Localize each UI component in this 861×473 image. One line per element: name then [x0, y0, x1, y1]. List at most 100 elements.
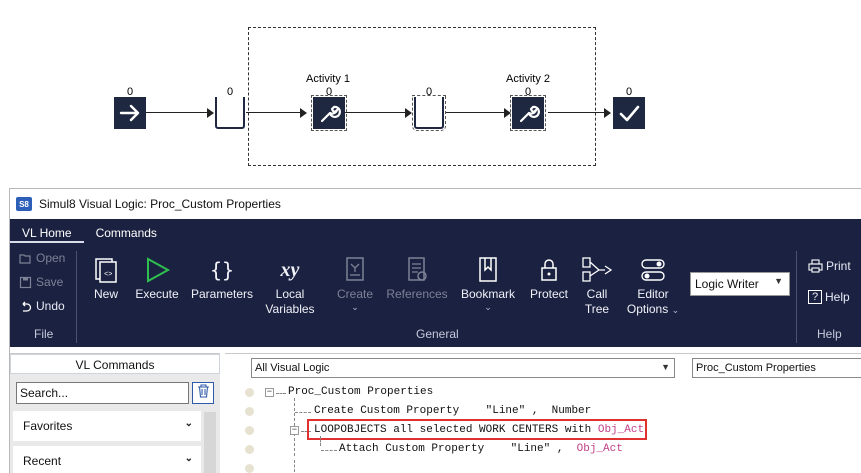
- arrowhead: [504, 108, 511, 118]
- connector: [246, 112, 302, 113]
- category-recent[interactable]: Recent ⌄: [13, 446, 201, 473]
- chevron-down-icon: ⌄: [484, 302, 492, 312]
- general-group-label: General: [416, 327, 459, 341]
- help-button[interactable]: ? Help: [808, 290, 850, 304]
- new-icon: <>: [88, 253, 124, 287]
- create-label: Create: [336, 287, 374, 301]
- window-title: Simul8 Visual Logic: Proc_Custom Propert…: [39, 197, 281, 211]
- new-label: New: [93, 287, 118, 301]
- arrowhead: [207, 108, 214, 118]
- scope-select[interactable]: All Visual Logic ▼: [251, 358, 675, 378]
- tree-connector: [295, 412, 311, 413]
- screen: 0 0 0 0 0 0 Activity 1 Activity 2 S8 Sim…: [0, 0, 861, 473]
- collapse-icon[interactable]: −: [265, 388, 274, 397]
- code-token: Proc_Custom Properties: [288, 386, 434, 398]
- references-label: References: [386, 287, 448, 301]
- arrowhead: [300, 108, 307, 118]
- vl-commands-title: VL Commands: [10, 354, 220, 374]
- editor-options-label-1: Editor: [637, 287, 669, 301]
- section-select[interactable]: Proc_Custom Properties: [692, 358, 861, 378]
- execute-button[interactable]: Execute: [132, 253, 182, 302]
- print-button[interactable]: Print: [808, 259, 851, 273]
- lock-icon: [526, 253, 572, 287]
- connector: [548, 112, 606, 113]
- help-icon: ?: [808, 290, 822, 304]
- search-input[interactable]: Search...: [16, 382, 189, 404]
- tab-vl-home[interactable]: VL Home: [10, 219, 84, 243]
- print-label: Print: [826, 259, 851, 273]
- exit-check-icon[interactable]: [613, 97, 645, 129]
- app-logo-icon: S8: [16, 197, 32, 211]
- undo-icon: [18, 299, 32, 313]
- references-button[interactable]: References: [384, 253, 450, 302]
- references-icon: [384, 253, 450, 287]
- call-tree-button[interactable]: Call Tree: [580, 253, 614, 317]
- bookmark-button[interactable]: Bookmark ⌄: [458, 253, 518, 313]
- svg-text:<>: <>: [104, 271, 112, 279]
- save-label: Save: [36, 275, 64, 289]
- create-icon: [332, 253, 378, 287]
- protect-label: Protect: [529, 287, 568, 301]
- entry-arrow-icon[interactable]: [114, 97, 146, 129]
- code-line[interactable]: [225, 460, 861, 473]
- create-button[interactable]: Create ⌄: [332, 253, 378, 313]
- code-text: Create Custom Property "Line" , Number: [314, 405, 591, 417]
- queue-icon[interactable]: [215, 97, 245, 129]
- wrench-icon[interactable]: [311, 95, 347, 131]
- tab-commands[interactable]: Commands: [84, 219, 169, 243]
- call-tree-icon: [580, 253, 614, 287]
- new-button[interactable]: <> New: [88, 253, 124, 302]
- print-icon: [808, 259, 823, 273]
- breakpoint-marker[interactable]: [245, 464, 254, 473]
- undo-button[interactable]: Undo: [18, 299, 65, 313]
- vl-commands-pane: VL Commands Search... Favorites ⌄ Recent…: [10, 353, 220, 473]
- visual-logic-window: S8 Simul8 Visual Logic: Proc_Custom Prop…: [9, 188, 861, 473]
- tree-connector: [294, 460, 295, 472]
- open-label: Open: [36, 251, 66, 265]
- parameters-button[interactable]: {} Parameters: [190, 253, 254, 302]
- call-tree-label-2: Tree: [584, 302, 610, 316]
- breakpoint-marker[interactable]: [245, 388, 254, 397]
- editor-options-label-2-text: Options: [626, 302, 669, 316]
- save-button[interactable]: Save: [18, 275, 63, 289]
- process-diagram: 0 0 0 0 0 0 Activity 1 Activity 2: [0, 0, 861, 180]
- double-chevron-down-icon: ⌄: [184, 418, 193, 429]
- editor-options-button[interactable]: Editor Options ⌄: [622, 253, 684, 318]
- open-button[interactable]: Open: [18, 251, 65, 265]
- category-favorites[interactable]: Favorites ⌄: [13, 411, 201, 441]
- code-text: Attach Custom Property "Line" , Obj_Act: [339, 443, 623, 455]
- bookmark-label: Bookmark: [460, 287, 516, 301]
- local-variables-label-2: Variables: [265, 302, 315, 316]
- section-value: Proc_Custom Properties: [696, 362, 816, 374]
- protect-button[interactable]: Protect: [526, 253, 572, 302]
- group-separator: [76, 251, 77, 343]
- code-variable: Obj_Act: [576, 443, 623, 455]
- connector: [145, 112, 209, 113]
- file-group-label: File: [34, 327, 54, 341]
- collapse-icon[interactable]: −: [290, 426, 299, 435]
- code-line[interactable]: Attach Custom Property "Line" , Obj_Act: [225, 441, 861, 460]
- local-variables-button[interactable]: xy Local Variables: [262, 253, 318, 317]
- title-bar[interactable]: S8 Simul8 Visual Logic: Proc_Custom Prop…: [10, 189, 861, 219]
- logic-writer-dropdown[interactable]: Logic Writer ▼: [690, 272, 790, 296]
- code-token: Attach Custom Property "Line" ,: [339, 443, 577, 455]
- undo-label: Undo: [36, 299, 65, 313]
- breakpoint-marker[interactable]: [245, 426, 254, 435]
- breakpoint-marker[interactable]: [245, 407, 254, 416]
- help-label: Help: [825, 290, 850, 304]
- ribbon: VL Home Commands Open Save Undo File <> …: [10, 219, 861, 347]
- code-token: Create Custom Property "Line" , Number: [314, 405, 592, 417]
- xy-icon: xy: [280, 258, 300, 281]
- clear-search-button[interactable]: [192, 382, 214, 404]
- scope-value: All Visual Logic: [255, 362, 330, 374]
- breakpoint-marker[interactable]: [245, 445, 254, 454]
- code-line[interactable]: − Proc_Custom Properties: [225, 384, 861, 403]
- queue-icon[interactable]: [412, 95, 446, 131]
- connector: [445, 112, 506, 113]
- logic-writer-value: Logic Writer: [695, 277, 759, 291]
- toggle-icon: [622, 253, 684, 287]
- scrollbar[interactable]: [204, 412, 216, 473]
- wrench-icon[interactable]: [510, 95, 546, 131]
- arrowhead: [604, 108, 611, 118]
- tree-connector: [321, 450, 337, 451]
